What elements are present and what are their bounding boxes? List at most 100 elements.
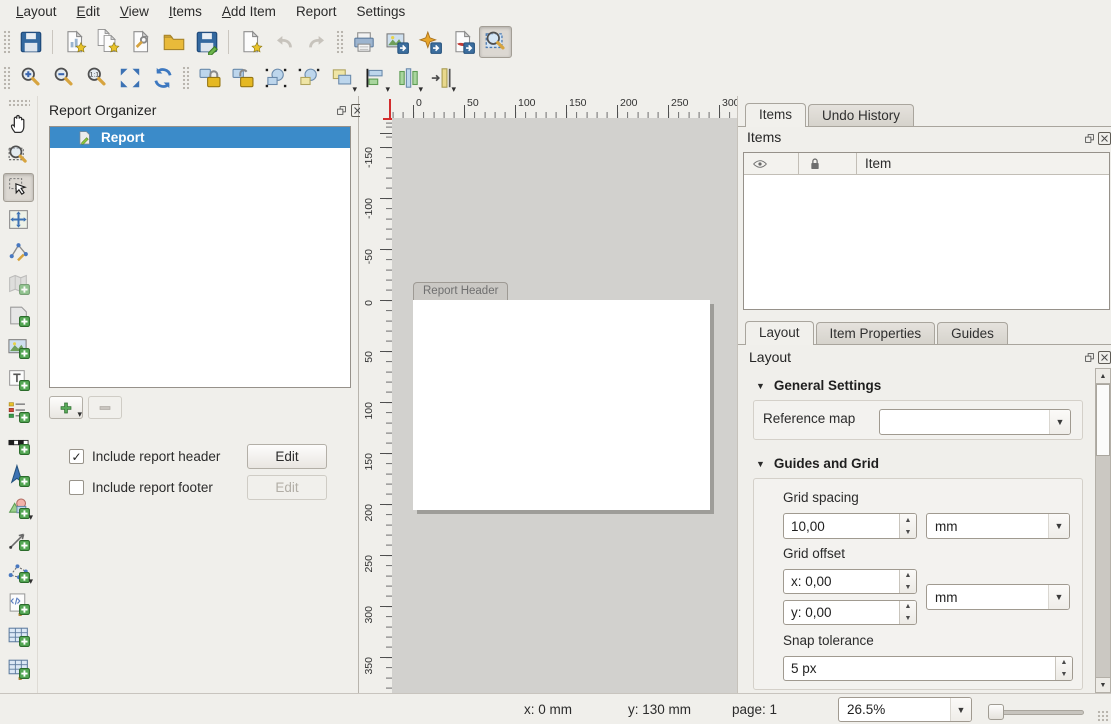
add-html-button[interactable] [3,589,34,618]
report-tree-item[interactable]: Report [50,127,350,148]
menu-items[interactable]: Items [159,2,212,21]
add-label-button[interactable] [3,365,34,394]
reference-map-select[interactable]: ▼ [879,409,1071,435]
add-shape-button[interactable] [3,493,34,522]
align-items-button[interactable] [358,62,391,94]
add-3d-map-button[interactable] [3,301,34,330]
unlock-items-button[interactable] [226,62,259,94]
spin-arrows[interactable]: ▲▼ [899,601,916,624]
report-page[interactable] [413,300,710,510]
export-image-button[interactable] [380,26,413,58]
menu-edit[interactable]: Edit [67,2,110,21]
tab-layout[interactable]: Layout [745,321,814,345]
add-scalebar-button[interactable] [3,429,34,458]
zoom-out-button[interactable] [47,62,80,94]
add-section-button[interactable] [49,396,83,419]
new-page-button[interactable] [234,26,267,58]
guides-grid-section-header[interactable]: ▼ Guides and Grid [756,456,879,471]
menu-layout[interactable]: Layout [6,2,67,21]
pan-tool-button[interactable] [3,109,34,138]
export-svg-button[interactable] [413,26,446,58]
tab-guides[interactable]: Guides [937,322,1008,344]
zoom-level-value: 26.5% [847,702,885,717]
grid-spacing-spinbox[interactable]: 10,00 ▲▼ [783,513,917,539]
edit-header-button[interactable]: Edit [247,444,327,469]
menu-view[interactable]: View [110,2,159,21]
general-settings-section-header[interactable]: ▼ General Settings [756,378,881,393]
report-section-tree[interactable]: Report [49,126,351,388]
toolbar-drag-handle[interactable] [8,99,30,106]
edit-nodes-item-button[interactable] [3,237,34,266]
zoom-in-button[interactable] [14,62,47,94]
toolbar-drag-handle[interactable] [336,30,344,54]
close-panel-button[interactable] [1098,132,1111,145]
window-resize-grip[interactable] [1097,710,1109,722]
menu-report[interactable]: Report [286,2,347,21]
refresh-view-button[interactable] [146,62,179,94]
save-project-button[interactable] [14,26,47,58]
grid-offset-unit-select[interactable]: mm ▼ [926,584,1070,610]
include-header-checkbox[interactable]: ✓ [69,449,84,464]
spin-arrows[interactable]: ▲▼ [899,514,916,538]
redo-button [300,26,333,58]
add-from-template-button[interactable] [157,26,190,58]
tab-item-properties[interactable]: Item Properties [816,322,936,344]
spin-arrows[interactable]: ▲▼ [1055,657,1072,680]
move-item-content-button[interactable] [3,205,34,234]
add-north-arrow-button[interactable] [3,461,34,490]
spin-arrows[interactable]: ▲▼ [899,570,916,593]
select-all-button[interactable] [259,62,292,94]
save-as-template-button[interactable] [190,26,223,58]
include-footer-checkbox[interactable] [69,480,84,495]
remove-section-button[interactable] [88,396,122,419]
menu-settings[interactable]: Settings [346,2,415,21]
float-panel-button[interactable] [1083,132,1096,145]
float-panel-button[interactable] [335,104,348,117]
panel-scrollbar[interactable]: ▲ ▼ [1095,368,1111,693]
zoom-slider-handle[interactable] [988,704,1004,720]
add-fixed-table-button[interactable] [3,653,34,682]
add-3d-map-icon [6,303,31,328]
scrollbar-thumb[interactable] [1096,384,1110,456]
toolbar-drag-handle[interactable] [182,66,190,90]
canvas-work-area[interactable]: Report Header [392,118,737,693]
raise-items-button[interactable] [325,62,358,94]
toolbar-drag-handle[interactable] [3,66,11,90]
resize-items-button[interactable] [424,62,457,94]
lock-items-button[interactable] [193,62,226,94]
menu-add-item[interactable]: Add Item [212,2,286,21]
grid-offset-x-spinbox[interactable]: x: 0,00 ▲▼ [783,569,917,594]
add-picture-button[interactable] [3,333,34,362]
snap-tolerance-spinbox[interactable]: 5 px ▲▼ [783,656,1073,681]
layout-options-button[interactable] [479,26,512,58]
close-panel-button[interactable] [1098,351,1111,364]
page-readout: page: 1 [732,702,777,717]
deselect-all-button[interactable] [292,62,325,94]
print-button[interactable] [347,26,380,58]
scroll-up-icon[interactable]: ▲ [1096,369,1110,384]
zoom-level-select[interactable]: 26.5% ▼ [838,697,972,722]
tab-items[interactable]: Items [745,103,806,127]
cursor-y-readout: y: 130 mm [628,702,691,717]
add-arrow-button[interactable] [3,525,34,554]
add-legend-button[interactable] [3,397,34,426]
duplicate-report-button[interactable] [91,26,124,58]
zoom-full-button[interactable] [113,62,146,94]
zoom-actual-button[interactable]: 1:1 [80,62,113,94]
report-properties-button[interactable] [124,26,157,58]
grid-spacing-unit-select[interactable]: mm ▼ [926,513,1070,539]
new-report-button[interactable] [58,26,91,58]
zoom-tool-button[interactable] [3,141,34,170]
tab-undo-history[interactable]: Undo History [808,104,914,126]
scroll-down-icon[interactable]: ▼ [1096,677,1110,692]
export-pdf-button[interactable] [446,26,479,58]
add-node-item-button[interactable] [3,557,34,586]
float-panel-button[interactable] [1083,351,1096,364]
add-attribute-table-button[interactable] [3,621,34,650]
edit-footer-button[interactable]: Edit [247,475,327,500]
distribute-items-button[interactable] [391,62,424,94]
grid-offset-x-value: x: 0,00 [791,574,832,589]
grid-offset-y-spinbox[interactable]: y: 0,00 ▲▼ [783,600,917,625]
select-move-item-button[interactable] [3,173,34,202]
toolbar-drag-handle[interactable] [3,30,11,54]
